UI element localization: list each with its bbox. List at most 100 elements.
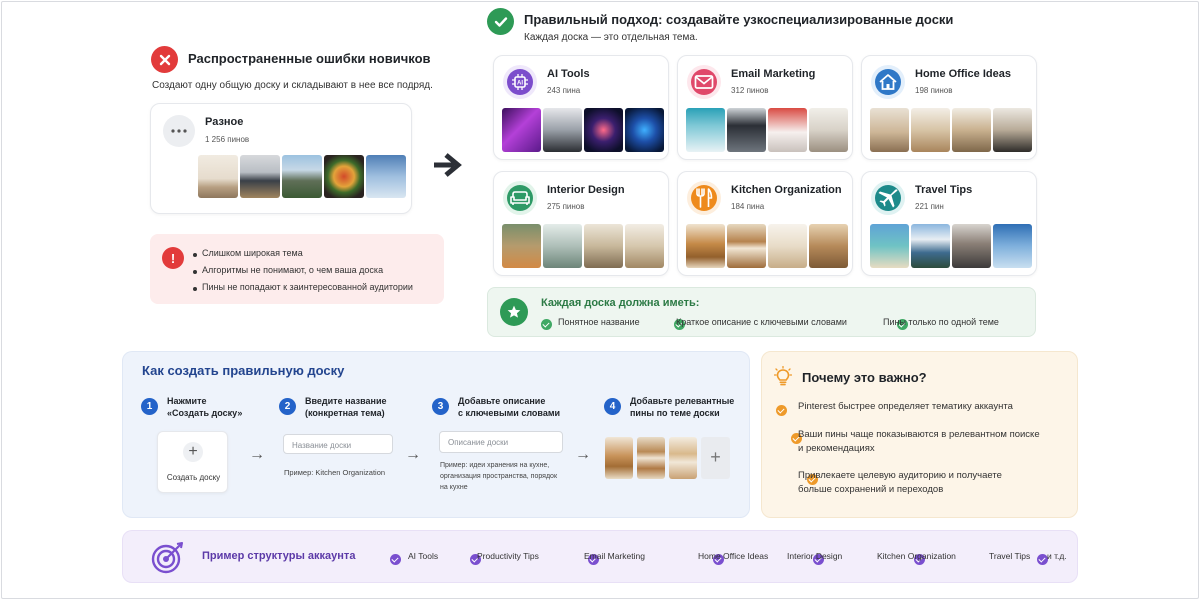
structure-item: AI Tools — [408, 551, 439, 561]
chair-image — [993, 108, 1032, 152]
why-item: больше сохранений и переходов — [798, 484, 944, 495]
home-icon — [871, 65, 905, 99]
structure-etc: и т.д. — [1047, 551, 1067, 561]
board-pin-count: 243 пина — [547, 86, 581, 95]
beach-image — [870, 224, 909, 268]
problem-item: Пины не попадают к заинтересованной ауди… — [202, 282, 413, 292]
requirement-item: Краткое описание с ключевыми словами — [676, 317, 847, 327]
svg-text:AI: AI — [517, 81, 523, 87]
structure-item: Interior Design — [787, 551, 843, 561]
create-board-button[interactable]: + Создать доску — [157, 431, 228, 493]
jars-image — [686, 224, 725, 268]
board-card-misc[interactable]: Разное 1 256 пинов — [150, 103, 412, 214]
lake-image — [911, 224, 950, 268]
board-card[interactable]: Kitchen Organization 184 пина — [677, 171, 853, 276]
step-label: пины по теме доски — [630, 408, 720, 418]
board-card[interactable]: AI AI Tools 243 пина — [493, 55, 669, 160]
structure-title: Пример структуры аккаунта — [202, 550, 356, 562]
luggage-image — [952, 224, 991, 268]
office-image — [952, 108, 991, 152]
circuit-image — [584, 108, 623, 152]
board-name-input[interactable]: Название доски — [283, 434, 393, 454]
board-pin-count: 1 256 пинов — [205, 135, 250, 144]
board-name-example: Пример: Kitchen Organization — [284, 468, 386, 477]
more-icon — [163, 115, 195, 147]
why-item: Pinterest быстрее определяет тематику ак… — [798, 401, 1013, 412]
step-label: Добавьте релевантные — [630, 396, 735, 406]
laptop-image — [240, 155, 280, 198]
board-name: Kitchen Organization — [731, 184, 842, 196]
structure-item: Travel Tips — [989, 551, 1031, 561]
structure-item: Kitchen Organization — [877, 551, 956, 561]
requirements-title: Каждая доска должна иметь: — [541, 297, 700, 309]
problems-box: ! Слишком широкая тема Алгоритмы не пони… — [150, 234, 444, 304]
sofa-icon — [503, 181, 537, 215]
warning-icon: ! — [162, 247, 184, 269]
why-title: Почему это важно? — [802, 370, 927, 385]
right-approach-title: Правильный подход: создавайте узкоспециа… — [524, 12, 954, 27]
bedroom-image — [543, 224, 582, 268]
mistakes-subtitle: Создают одну общую доску и складывают в … — [152, 80, 433, 91]
mountains-image — [282, 155, 322, 198]
board-pin-count: 198 пинов — [915, 86, 953, 95]
howto-title: Как создать правильную доску — [142, 363, 345, 378]
step-label: (конкретная тема) — [305, 408, 385, 418]
chip-icon: AI — [503, 65, 537, 99]
board-description-example: организация пространства, порядок — [440, 473, 558, 480]
shelf-jars-image — [637, 437, 665, 479]
board-requirements-box: Каждая доска должна иметь: Понятное назв… — [487, 287, 1036, 337]
board-pin-count: 275 пинов — [547, 202, 585, 211]
structure-item: Home Office Ideas — [698, 551, 769, 561]
error-icon — [151, 46, 178, 73]
why-item: Ваши пины чаще показываются в релевантно… — [798, 429, 1040, 440]
board-pin-count: 312 пинов — [731, 86, 769, 95]
board-pin-count: 221 пин — [915, 202, 944, 211]
mistakes-title: Распространенные ошибки новичков — [188, 51, 431, 66]
step-label: «Создать доску» — [167, 408, 243, 418]
shelves-image — [809, 224, 848, 268]
board-card[interactable]: Email Marketing 312 пинов — [677, 55, 853, 160]
board-card[interactable]: Travel Tips 221 пин — [861, 171, 1037, 276]
star-icon — [500, 298, 528, 326]
target-icon — [151, 542, 185, 579]
board-name: AI Tools — [547, 68, 590, 80]
structure-item: Email Marketing — [584, 551, 645, 561]
arrow-icon: → — [249, 446, 265, 463]
desk-image — [870, 108, 909, 152]
step-number: 4 — [604, 398, 621, 415]
board-description-example: Пример: идеи хранения на кухне, — [440, 462, 550, 469]
problem-item: Слишком широкая тема — [202, 248, 303, 258]
envelope-icon — [687, 65, 721, 99]
requirement-item: Пины только по одной теме — [883, 317, 999, 327]
board-name: Home Office Ideas — [915, 68, 1011, 80]
board-name: Interior Design — [547, 184, 625, 196]
airplane-image — [993, 224, 1032, 268]
step-number: 3 — [432, 398, 449, 415]
fork-knife-icon — [687, 181, 721, 215]
step-label: Добавьте описание — [458, 396, 546, 406]
why-panel: Почему это важно? Pinterest быстрее опре… — [761, 351, 1078, 518]
step-label: с ключевыми словами — [458, 408, 561, 418]
mail-image — [768, 108, 807, 152]
step-label: Нажмите — [167, 396, 207, 406]
board-card[interactable]: Interior Design 275 пинов — [493, 171, 669, 276]
pantry-image — [669, 437, 697, 479]
board-description-input[interactable]: Описание доски — [439, 431, 563, 453]
check-icon — [487, 8, 514, 35]
why-item: и рекомендациях — [798, 443, 875, 454]
board-card[interactable]: Home Office Ideas 198 пинов — [861, 55, 1037, 160]
arrow-right-icon — [432, 151, 466, 184]
pantry-image — [768, 224, 807, 268]
food-image — [324, 155, 364, 198]
board-name: Разное — [205, 116, 244, 128]
check-icon — [541, 319, 552, 331]
plane-icon — [871, 181, 905, 215]
robot-image — [543, 108, 582, 152]
newsletter-image — [686, 108, 725, 152]
check-icon — [776, 405, 787, 417]
add-pin-button[interactable]: + — [701, 437, 730, 479]
airplane-image — [366, 155, 406, 198]
howto-panel: Как создать правильную доску 1 Нажмите «… — [122, 351, 750, 518]
lightbulb-icon — [773, 365, 793, 393]
lounge-image — [584, 224, 623, 268]
